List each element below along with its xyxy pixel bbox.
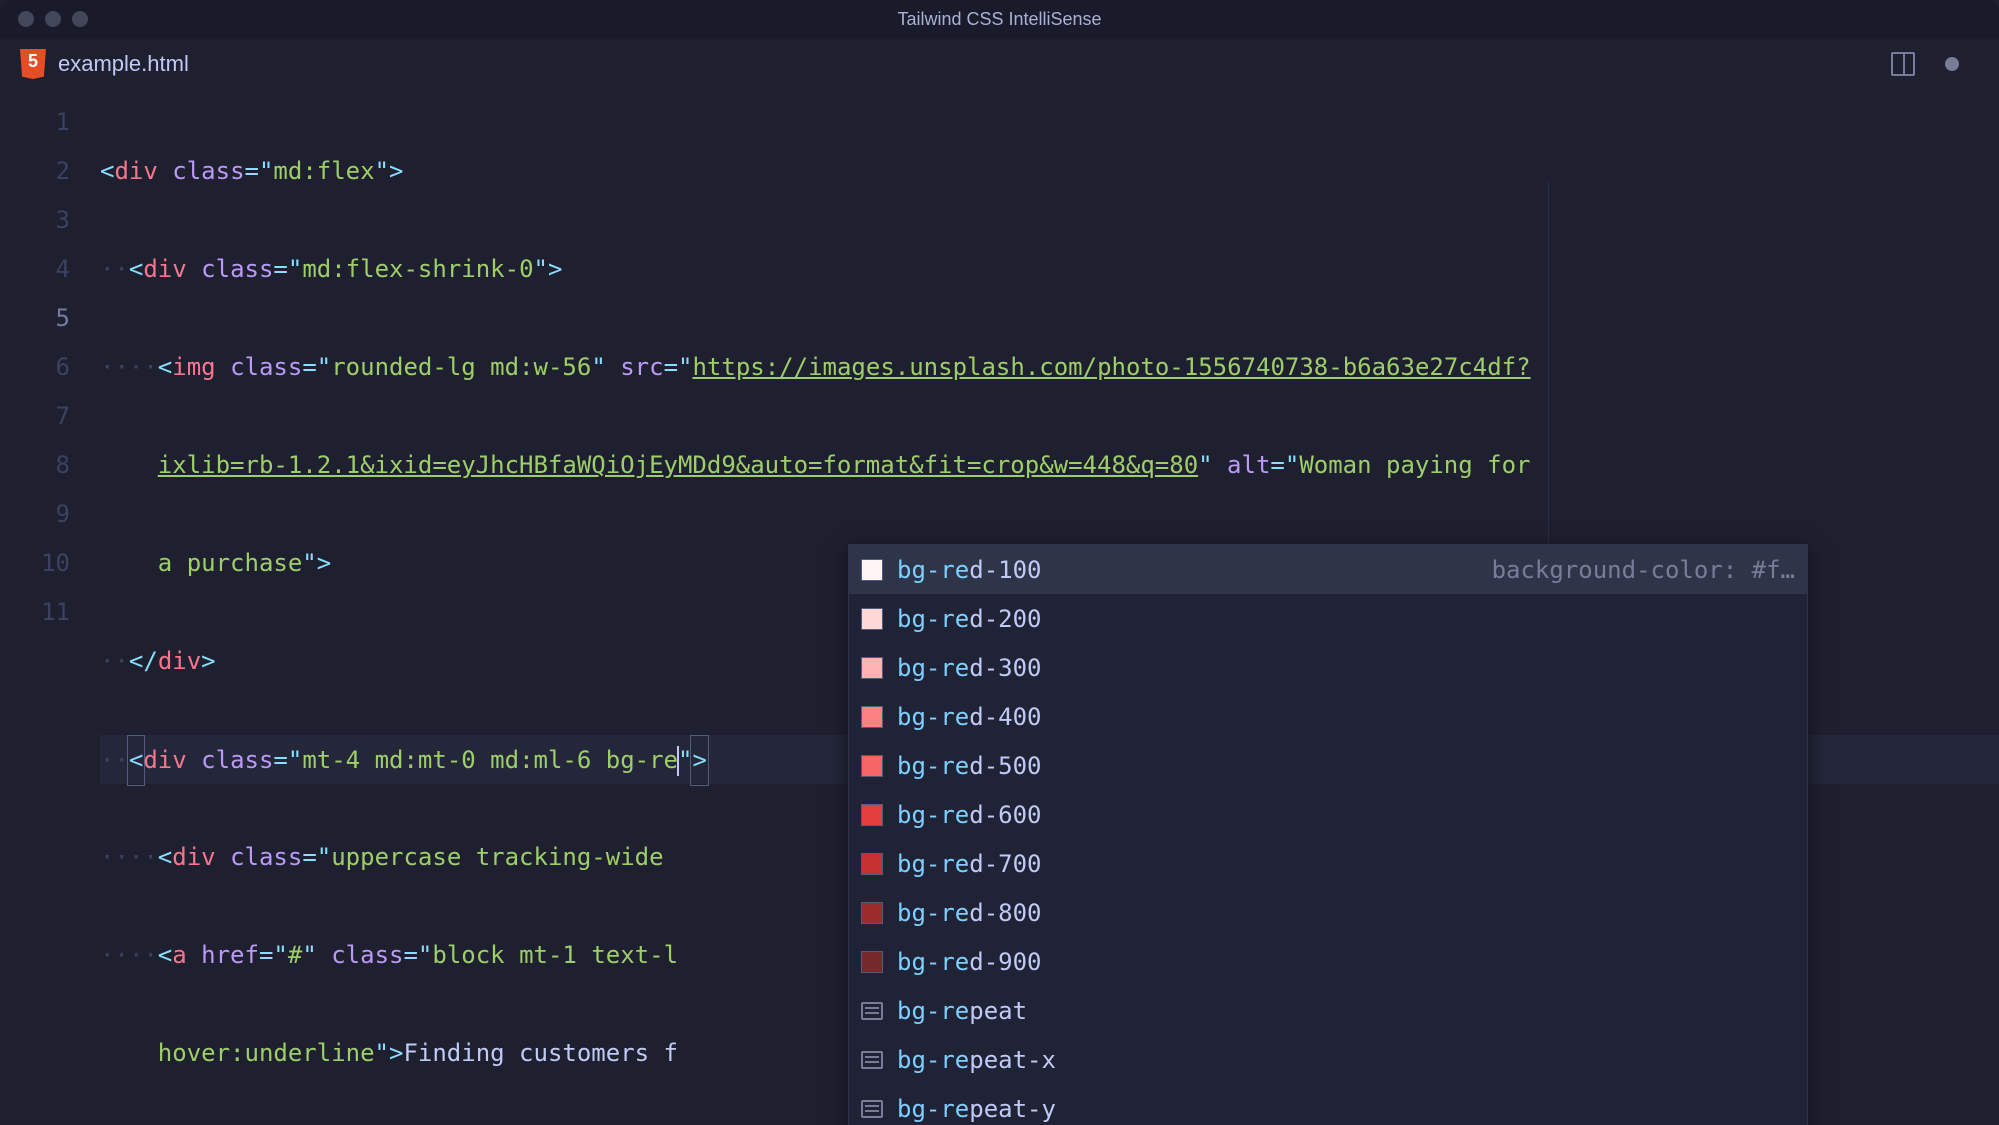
line-number: 11 <box>0 588 70 637</box>
color-swatch-icon <box>861 559 883 581</box>
autocomplete-item[interactable]: bg-red-400 <box>849 692 1807 741</box>
traffic-lights <box>0 11 88 27</box>
color-swatch-icon <box>861 608 883 630</box>
autocomplete-item[interactable]: bg-red-100 background-color: #f… <box>849 545 1807 594</box>
autocomplete-label: bg-repeat <box>897 997 1027 1025</box>
property-icon <box>861 1100 883 1118</box>
autocomplete-item[interactable]: bg-red-300 <box>849 643 1807 692</box>
autocomplete-label: bg-red-400 <box>897 703 1042 731</box>
autocomplete-label: bg-red-100 <box>897 556 1042 584</box>
autocomplete-item[interactable]: bg-red-500 <box>849 741 1807 790</box>
code-line: ixlib=rb-1.2.1&ixid=eyJhcHBfaWQiOjEyMDd9… <box>100 441 1999 490</box>
line-number: 1 <box>0 98 70 147</box>
autocomplete-popup: bg-red-100 background-color: #f… bg-red-20… <box>848 544 1808 1125</box>
minimize-button[interactable] <box>45 11 61 27</box>
autocomplete-label: bg-red-700 <box>897 850 1042 878</box>
autocomplete-item[interactable]: bg-red-800 <box>849 888 1807 937</box>
autocomplete-label: bg-repeat-x <box>897 1046 1056 1074</box>
color-swatch-icon <box>861 657 883 679</box>
line-number: 9 <box>0 490 70 539</box>
line-number: 2 <box>0 147 70 196</box>
autocomplete-label: bg-red-300 <box>897 654 1042 682</box>
autocomplete-label: bg-red-500 <box>897 752 1042 780</box>
autocomplete-item[interactable]: bg-red-900 <box>849 937 1807 986</box>
code-line: ····<img class="rounded-lg md:w-56" src=… <box>100 343 1999 392</box>
autocomplete-item[interactable]: bg-red-700 <box>849 839 1807 888</box>
code-line: ··<div class="md:flex-shrink-0"> <box>100 245 1999 294</box>
line-number: 7 <box>0 392 70 441</box>
tab-filename: example.html <box>58 51 189 77</box>
color-swatch-icon <box>861 902 883 924</box>
color-swatch-icon <box>861 804 883 826</box>
line-number: 10 <box>0 539 70 588</box>
titlebar: Tailwind CSS IntelliSense <box>0 0 1999 38</box>
autocomplete-item[interactable]: bg-repeat <box>849 986 1807 1035</box>
dirty-indicator-icon <box>1945 57 1959 71</box>
color-swatch-icon <box>861 853 883 875</box>
autocomplete-detail: background-color: #f… <box>1492 556 1795 584</box>
split-editor-icon[interactable] <box>1891 52 1915 76</box>
autocomplete-label: bg-repeat-y <box>897 1095 1056 1123</box>
window-title: Tailwind CSS IntelliSense <box>897 9 1101 30</box>
close-button[interactable] <box>18 11 34 27</box>
line-number: 5 <box>0 294 70 343</box>
line-number: 3 <box>0 196 70 245</box>
code-line: <div class="md:flex"> <box>100 147 1999 196</box>
color-swatch-icon <box>861 706 883 728</box>
line-number: 6 <box>0 343 70 392</box>
editor-window: Tailwind CSS IntelliSense example.html 1… <box>0 0 1999 1125</box>
line-number: 8 <box>0 441 70 490</box>
autocomplete-label: bg-red-900 <box>897 948 1042 976</box>
property-icon <box>861 1002 883 1020</box>
active-tab[interactable]: example.html <box>20 49 189 79</box>
color-swatch-icon <box>861 755 883 777</box>
code-editor[interactable]: 1 2 3 4 5 6 7 8 9 10 11 <div class="md:f… <box>0 90 1999 1125</box>
color-swatch-icon <box>861 951 883 973</box>
autocomplete-label: bg-red-200 <box>897 605 1042 633</box>
autocomplete-label: bg-red-600 <box>897 801 1042 829</box>
property-icon <box>861 1051 883 1069</box>
autocomplete-item[interactable]: bg-repeat-y <box>849 1084 1807 1125</box>
autocomplete-label: bg-red-800 <box>897 899 1042 927</box>
autocomplete-item[interactable]: bg-red-600 <box>849 790 1807 839</box>
maximize-button[interactable] <box>72 11 88 27</box>
autocomplete-item[interactable]: bg-red-200 <box>849 594 1807 643</box>
autocomplete-item[interactable]: bg-repeat-x <box>849 1035 1807 1084</box>
line-number: 4 <box>0 245 70 294</box>
tab-bar: example.html <box>0 38 1999 90</box>
line-numbers-gutter: 1 2 3 4 5 6 7 8 9 10 11 <box>0 98 100 1125</box>
html-file-icon <box>20 49 46 79</box>
